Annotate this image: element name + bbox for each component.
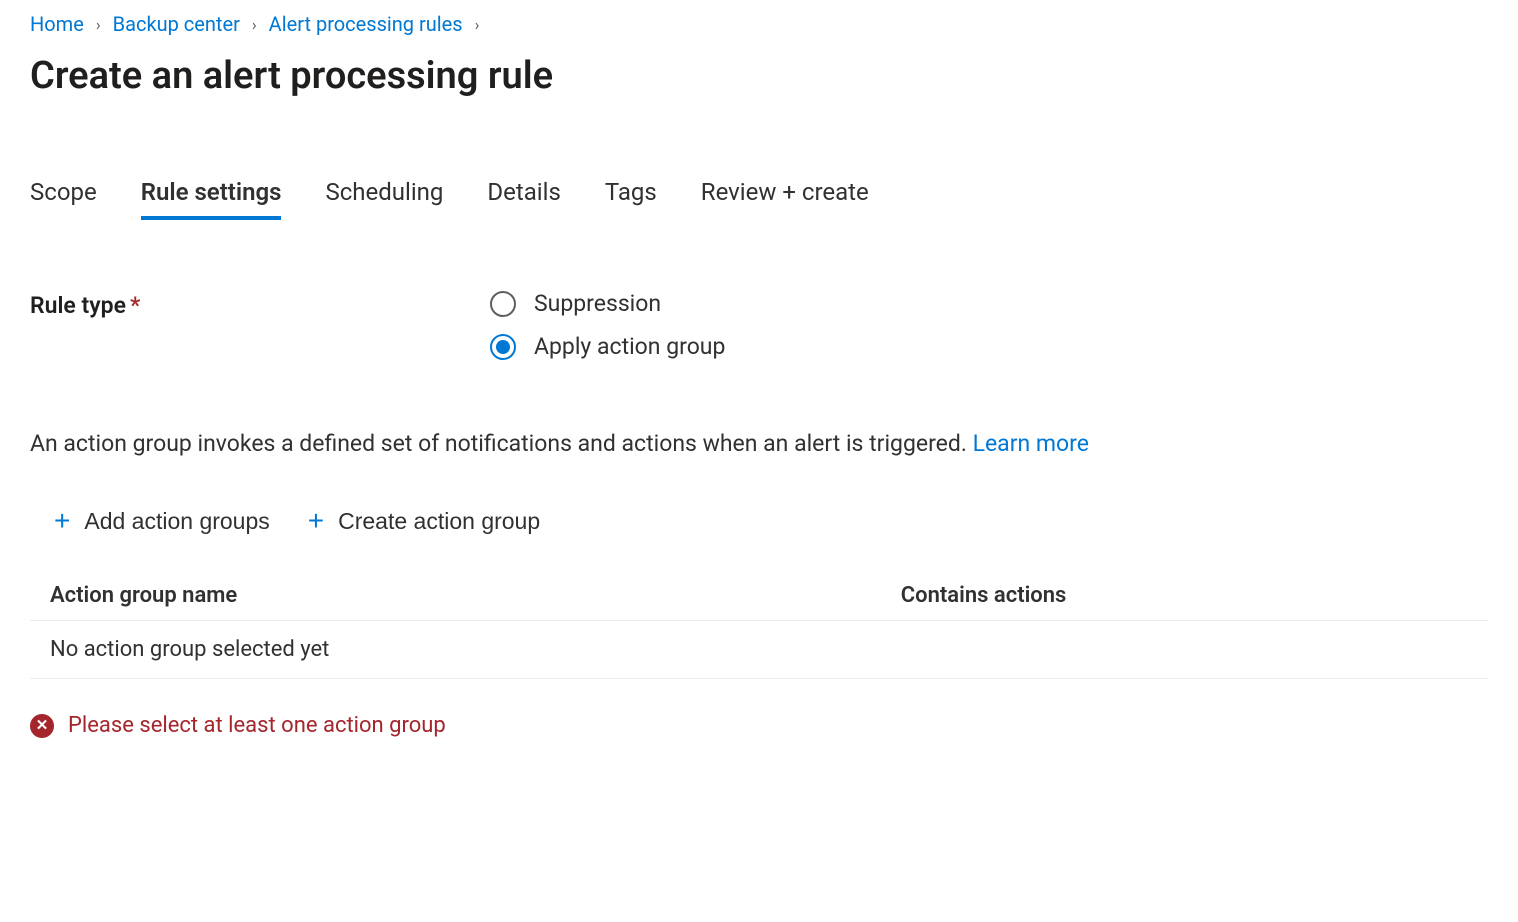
x-icon: ✕ xyxy=(36,718,49,733)
action-groups-table: Action group name Contains actions No ac… xyxy=(30,571,1488,679)
radio-apply-action-group[interactable]: Apply action group xyxy=(490,333,725,360)
radio-label-suppression: Suppression xyxy=(534,290,661,317)
tabs-container: Scope Rule settings Scheduling Details T… xyxy=(30,178,1488,220)
radio-dot-icon xyxy=(496,340,510,354)
error-icon: ✕ xyxy=(30,714,54,738)
action-buttons-row: + Add action groups + Create action grou… xyxy=(50,501,1488,541)
radio-label-apply-action-group: Apply action group xyxy=(534,333,725,360)
breadcrumb-home[interactable]: Home xyxy=(30,12,84,36)
add-action-groups-button[interactable]: + Add action groups xyxy=(50,501,274,541)
learn-more-link[interactable]: Learn more xyxy=(973,430,1089,457)
tab-scheduling[interactable]: Scheduling xyxy=(325,178,443,220)
tab-tags[interactable]: Tags xyxy=(605,178,657,220)
chevron-right-icon: › xyxy=(252,15,257,34)
rule-type-radio-group: Suppression Apply action group xyxy=(490,290,725,360)
chevron-right-icon: › xyxy=(475,15,480,34)
rule-type-label: Rule type* xyxy=(30,290,490,319)
add-action-groups-label: Add action groups xyxy=(84,508,269,535)
tab-rule-settings[interactable]: Rule settings xyxy=(141,178,282,220)
column-contains-actions: Contains actions xyxy=(901,583,1468,608)
radio-suppression[interactable]: Suppression xyxy=(490,290,725,317)
error-message: ✕ Please select at least one action grou… xyxy=(30,713,1488,738)
chevron-right-icon: › xyxy=(96,15,101,34)
empty-state-text: No action group selected yet xyxy=(50,637,329,662)
create-action-group-label: Create action group xyxy=(338,508,540,535)
plus-icon: + xyxy=(54,507,70,535)
tab-review-create[interactable]: Review + create xyxy=(701,178,869,220)
required-indicator: * xyxy=(130,292,140,319)
radio-icon-selected xyxy=(490,334,516,360)
rule-type-field: Rule type* Suppression Apply action grou… xyxy=(30,290,1488,360)
tab-scope[interactable]: Scope xyxy=(30,178,97,220)
action-group-description: An action group invokes a defined set of… xyxy=(30,430,1488,457)
table-row-empty: No action group selected yet xyxy=(30,621,1488,679)
error-text: Please select at least one action group xyxy=(68,713,446,738)
breadcrumb: Home › Backup center › Alert processing … xyxy=(30,12,1488,36)
column-action-group-name: Action group name xyxy=(50,583,901,608)
breadcrumb-backup-center[interactable]: Backup center xyxy=(113,12,240,36)
breadcrumb-alert-processing-rules[interactable]: Alert processing rules xyxy=(269,12,463,36)
radio-icon xyxy=(490,291,516,317)
tab-details[interactable]: Details xyxy=(487,178,560,220)
create-action-group-button[interactable]: + Create action group xyxy=(304,501,544,541)
page-title: Create an alert processing rule xyxy=(30,54,1488,98)
table-header: Action group name Contains actions xyxy=(30,571,1488,621)
plus-icon: + xyxy=(308,507,324,535)
